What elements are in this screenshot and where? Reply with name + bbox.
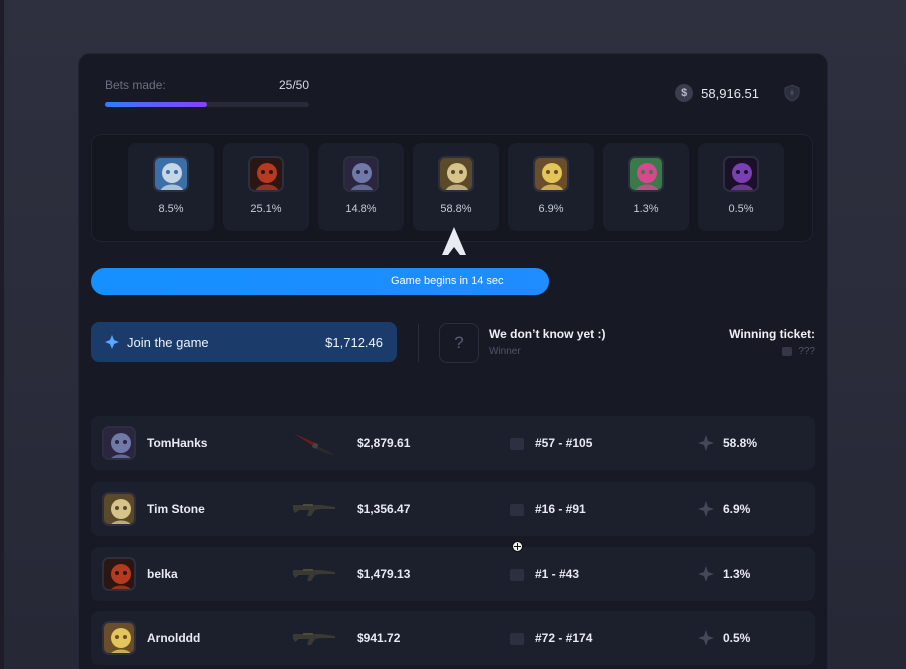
player-name: belka bbox=[147, 567, 178, 581]
ticket-range: #1 - #43 bbox=[535, 567, 580, 581]
balance: $ 58,916.51 bbox=[675, 84, 759, 102]
player-name: Tim Stone bbox=[147, 502, 205, 516]
carousel-pointer-notch bbox=[448, 247, 460, 255]
window-edge bbox=[0, 0, 4, 669]
mouse-cursor-icon bbox=[512, 541, 523, 552]
knife-icon bbox=[291, 430, 337, 456]
bets-count: 25/50 bbox=[278, 78, 309, 92]
crosshair-icon bbox=[698, 566, 714, 582]
crosshair-icon bbox=[105, 335, 119, 349]
ticket-icon bbox=[510, 569, 524, 581]
fire-demon-avatar-icon bbox=[248, 156, 284, 192]
win-chance: 0.5% bbox=[723, 631, 751, 645]
carousel-chance: 8.5% bbox=[158, 203, 184, 215]
ticket-range: #57 - #105 bbox=[535, 436, 593, 450]
player-avatar bbox=[102, 557, 136, 591]
ticket-range: #72 - #174 bbox=[535, 631, 593, 645]
carousel-chance: 14.8% bbox=[345, 203, 377, 215]
carousel-chance: 1.3% bbox=[633, 203, 659, 215]
balance-value: 58,916.51 bbox=[701, 85, 759, 101]
carousel-chance: 6.9% bbox=[538, 203, 564, 215]
winner-title: We don’t know yet :) bbox=[489, 327, 606, 341]
countdown-bar: Game begins in 14 sec bbox=[91, 268, 549, 295]
player-carousel: 8.5% 25.1% 14.8% 58.8% 6.9% 1.3% 0.5% bbox=[91, 134, 813, 242]
rifle-icon bbox=[291, 561, 337, 587]
crosshair-icon bbox=[698, 630, 714, 646]
player-name: TomHanks bbox=[147, 436, 208, 450]
ticket-icon bbox=[510, 438, 524, 450]
carousel-card: 8.5% bbox=[128, 143, 214, 231]
join-game-amount: $1,712.46 bbox=[325, 334, 383, 350]
bets-label: Bets made: bbox=[105, 78, 166, 92]
bets-progress-bar bbox=[105, 102, 309, 107]
bet-row[interactable]: belka $1,479.13 #1 - #43 1.3% bbox=[91, 547, 815, 601]
bets-progress-fill bbox=[105, 102, 207, 107]
bet-amount: $1,479.13 bbox=[357, 567, 411, 581]
carousel-chance: 58.8% bbox=[440, 203, 472, 215]
crosshair-icon bbox=[698, 501, 714, 517]
rifle-icon bbox=[291, 496, 337, 522]
bet-row[interactable]: Tim Stone $1,356.47 #16 - #91 6.9% bbox=[91, 482, 815, 536]
carousel-card: 6.9% bbox=[508, 143, 594, 231]
shield-icon[interactable] bbox=[783, 84, 801, 102]
carousel-card: 0.5% bbox=[698, 143, 784, 231]
bet-amount: $2,879.61 bbox=[357, 436, 411, 450]
jackpot-panel: Bets made: 25/50 $ 58,916.51 8.5% 25.1% 14… bbox=[78, 53, 828, 669]
carousel-card: 14.8% bbox=[318, 143, 404, 231]
carousel-chance: 0.5% bbox=[728, 203, 754, 215]
shadow-beast-avatar-icon bbox=[723, 156, 759, 192]
ticket-icon bbox=[510, 633, 524, 645]
player-avatar bbox=[102, 492, 136, 526]
carousel-card: 25.1% bbox=[223, 143, 309, 231]
purple-elf-avatar-icon bbox=[343, 156, 379, 192]
carousel-chance: 25.1% bbox=[250, 203, 282, 215]
ticket-icon bbox=[510, 504, 524, 516]
bet-amount: $1,356.47 bbox=[357, 502, 411, 516]
player-avatar bbox=[102, 426, 136, 460]
join-game-label: Join the game bbox=[127, 334, 209, 350]
divider bbox=[418, 324, 419, 362]
coin-icon: $ bbox=[675, 84, 694, 102]
win-chance: 1.3% bbox=[723, 567, 751, 581]
winning-ticket-value: ??? bbox=[782, 346, 815, 357]
blonde-hero-avatar-icon bbox=[533, 156, 569, 192]
white-cat-avatar-icon bbox=[153, 156, 189, 192]
carousel-card: 58.8% bbox=[413, 143, 499, 231]
crosshair-icon bbox=[698, 435, 714, 451]
bet-amount: $941.72 bbox=[357, 631, 401, 645]
player-avatar bbox=[102, 621, 136, 655]
bet-row[interactable]: TomHanks $2,879.61 #57 - #105 58.8% bbox=[91, 416, 815, 470]
pink-creature-avatar-icon bbox=[628, 156, 664, 192]
winner-label: Winner bbox=[489, 346, 521, 357]
winner-placeholder-icon: ? bbox=[439, 323, 479, 363]
winning-ticket-title: Winning ticket: bbox=[729, 327, 815, 341]
rifle-icon bbox=[291, 625, 337, 651]
ticket-range: #16 - #91 bbox=[535, 502, 586, 516]
golden-knight-avatar-icon bbox=[438, 156, 474, 192]
player-name: Arnolddd bbox=[147, 631, 201, 645]
win-chance: 6.9% bbox=[723, 502, 751, 516]
countdown-text: Game begins in 14 sec bbox=[391, 275, 504, 287]
join-game-button[interactable]: Join the game $1,712.46 bbox=[91, 322, 397, 362]
bet-row[interactable]: Arnolddd $941.72 #72 - #174 0.5% bbox=[91, 611, 815, 665]
winning-ticket-number: ??? bbox=[798, 346, 815, 357]
ticket-icon bbox=[782, 347, 793, 356]
carousel-card: 1.3% bbox=[603, 143, 689, 231]
win-chance: 58.8% bbox=[723, 436, 758, 450]
